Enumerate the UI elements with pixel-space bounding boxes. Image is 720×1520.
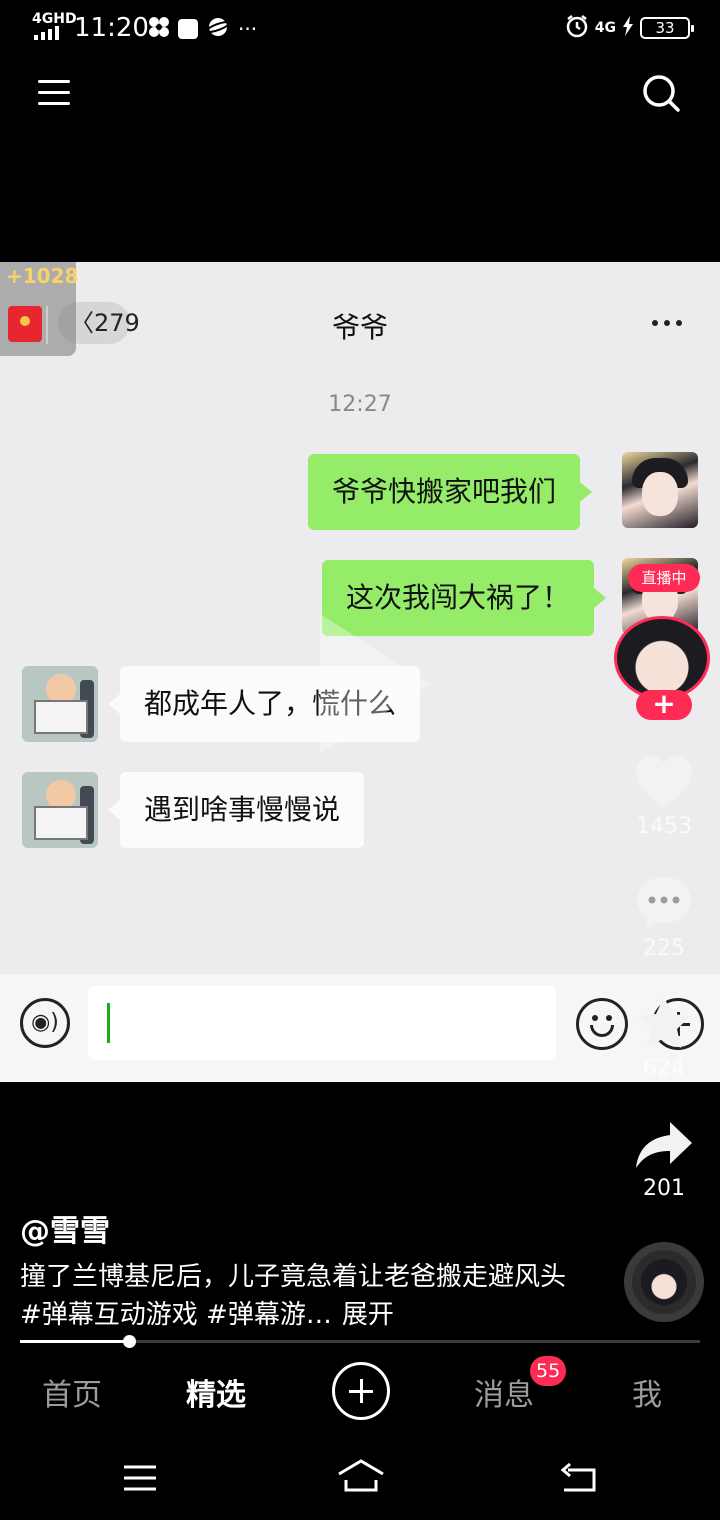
status-bar: 4GHD 11:20 ··· 4G 33 <box>0 0 720 56</box>
divider <box>46 306 48 344</box>
chat-title: 爷爷 <box>331 311 388 344</box>
progress-bar[interactable] <box>20 1335 700 1348</box>
progress-handle[interactable] <box>122 1335 136 1348</box>
tab-messages[interactable]: 消息 <box>474 1370 534 1414</box>
alarm-icon <box>565 14 589 42</box>
charging-icon <box>622 16 634 40</box>
grandpa-avatar <box>22 772 98 848</box>
tab-featured[interactable]: 精选 <box>186 1370 246 1414</box>
system-nav-bar <box>0 1440 720 1520</box>
clock: 11:20 <box>74 13 149 43</box>
bottom-tab-bar: 首页 精选 消息 55 我 <box>0 1356 720 1428</box>
share-count: 201 <box>643 1176 685 1201</box>
message-bubble-sent: 爷爷快搬家吧我们 <box>308 454 593 530</box>
favorite-count: 624 <box>643 1056 685 1081</box>
voice-icon: ◉) <box>20 998 70 1048</box>
recent-apps-icon[interactable] <box>122 1464 158 1492</box>
messages-badge: 55 <box>530 1356 567 1386</box>
message-bubble-received: 遇到啥事慢慢说 <box>107 772 365 848</box>
reward-widget[interactable]: +1028 <box>0 262 79 356</box>
chat-header: 〈279 爷爷 <box>0 262 720 382</box>
red-packet-icon <box>8 306 42 342</box>
like-button[interactable]: 1453 <box>628 754 700 839</box>
search-icon[interactable] <box>642 74 680 112</box>
caption-text: 撞了兰博基尼后，儿子竟急着让老爸搬走避风头 #弹幕互动游戏 #弹幕游… <box>20 1262 567 1330</box>
square-icon <box>178 19 198 39</box>
share-icon <box>636 1122 692 1168</box>
battery-level: 33 <box>655 19 675 37</box>
notification-icons: ··· <box>148 16 257 42</box>
more-icon <box>652 320 682 326</box>
star-icon <box>637 997 691 1048</box>
author-name[interactable]: @雪雪 <box>20 1206 110 1250</box>
planet-icon <box>205 16 231 42</box>
heart-icon <box>636 756 692 808</box>
tab-home[interactable]: 首页 <box>42 1370 102 1414</box>
network-type-right: 4G <box>594 20 616 36</box>
home-icon[interactable] <box>336 1458 386 1494</box>
music-disc[interactable] <box>624 1242 704 1322</box>
network-type: 4GHD <box>32 11 77 27</box>
text-caret <box>107 1003 110 1043</box>
grandpa-avatar <box>22 666 98 742</box>
menu-icon[interactable] <box>38 78 70 108</box>
my-avatar <box>622 452 698 528</box>
video-player[interactable]: 〈279 爷爷 12:27 爷爷快搬家吧我们 这次我闯大祸了！ 都成年人了，慌什… <box>0 262 720 1082</box>
back-icon[interactable] <box>560 1462 598 1494</box>
play-icon <box>320 614 430 754</box>
comment-count: 225 <box>643 936 685 961</box>
more-dots-icon: ··· <box>238 17 258 41</box>
emoji-icon <box>576 998 628 1050</box>
progress-fill <box>20 1340 129 1343</box>
comment-icon <box>637 877 691 929</box>
create-button[interactable] <box>332 1362 390 1420</box>
share-button[interactable]: 201 <box>628 1120 700 1201</box>
video-caption: 撞了兰博基尼后，儿子竟急着让老爸搬走避风头 #弹幕互动游戏 #弹幕游… 展开 <box>20 1258 580 1334</box>
pinwheel-icon <box>148 16 170 42</box>
follow-button[interactable]: + <box>636 690 692 720</box>
expand-link[interactable]: 展开 <box>342 1300 394 1330</box>
comment-button[interactable]: 225 <box>628 874 700 961</box>
battery-icon: 33 <box>640 17 694 39</box>
status-right: 4G 33 <box>565 14 694 42</box>
reward-count: +1028 <box>6 264 79 288</box>
favorite-button[interactable]: 624 <box>628 994 700 1081</box>
chat-timestamp: 12:27 <box>328 392 392 417</box>
like-count: 1453 <box>636 814 692 839</box>
chat-text-field <box>88 986 556 1060</box>
signal-icon <box>34 26 64 40</box>
live-badge[interactable]: 直播中 <box>628 564 700 592</box>
chat-input-bar: ◉) <box>0 974 720 1082</box>
tab-me[interactable]: 我 <box>632 1370 662 1414</box>
